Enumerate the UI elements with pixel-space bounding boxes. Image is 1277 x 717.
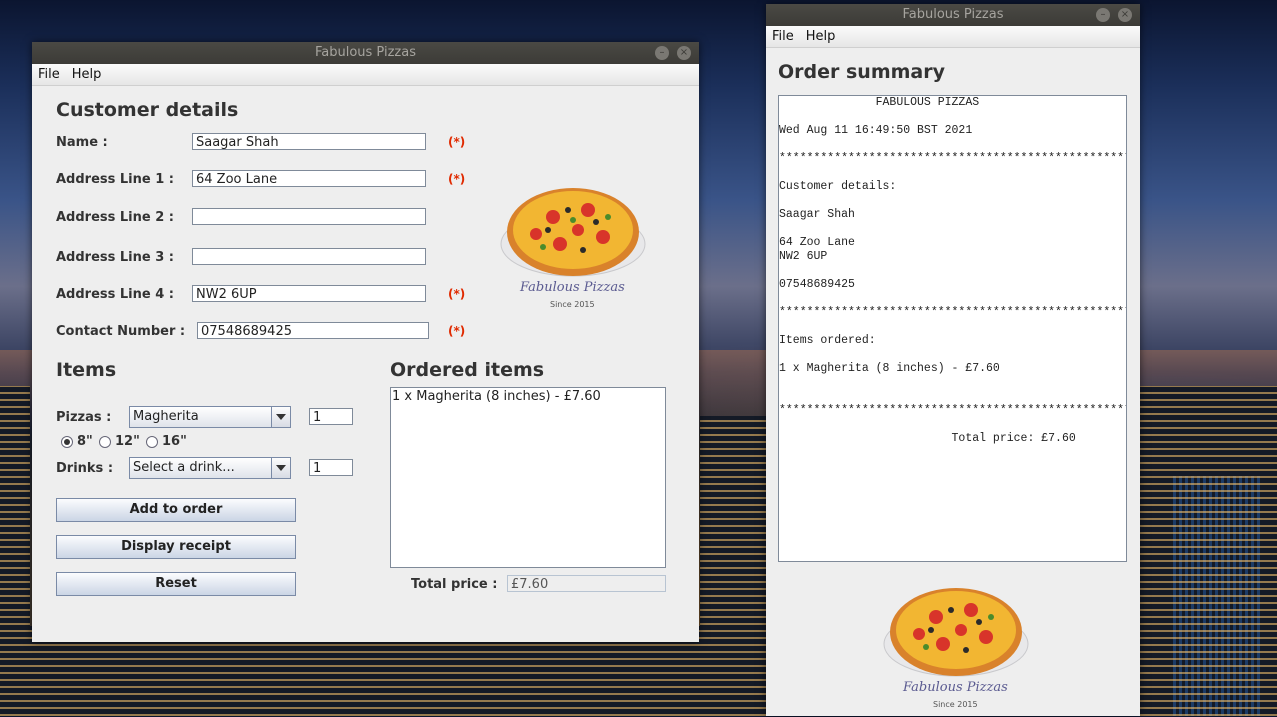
pizza-select[interactable]: Magherita [129,406,291,428]
summary-menubar: File Help [766,26,1140,48]
receipt-line [779,264,1126,278]
name-field[interactable]: Saagar Shah [192,133,426,150]
receipt-line: Saagar Shah [779,208,855,221]
receipt-line [779,320,1126,334]
pizza-logo: Fabulous Pizzas Since 2015 [498,182,648,317]
order-window: Fabulous Pizzas – × File Help Customer de… [32,42,699,642]
receipt-line [779,166,1126,180]
list-item[interactable]: 1 x Magherita (8 inches) - £7.60 [392,389,664,404]
receipt-line: ****************************************… [779,404,1127,417]
receipt-line [779,390,1126,404]
ordered-items-list[interactable]: 1 x Magherita (8 inches) - £7.60 [390,387,666,568]
address-line-1-field[interactable]: 64 Zoo Lane [192,170,426,187]
drink-select[interactable]: Select a drink... [129,457,291,479]
logo-brand-text: Fabulous Pizzas [520,280,625,295]
receipt-line: NW2 6UP [779,250,828,263]
desktop-building [700,416,766,716]
total-price-label: Total price : [411,577,498,592]
receipt-line [779,418,1126,432]
close-icon[interactable]: × [677,46,691,60]
name-label: Name : [56,135,108,150]
desktop-building [1170,476,1260,716]
menu-help[interactable]: Help [800,26,842,47]
size-12-label: 12" [115,434,140,449]
receipt-line: 07548689425 [779,278,855,291]
order-menubar: File Help [32,64,699,86]
address-line-4-label: Address Line 4 : [56,287,175,302]
pizza-select-value: Magherita [133,409,199,424]
ordered-items-heading: Ordered items [390,359,545,381]
size-8-radio[interactable] [61,436,73,448]
drink-quantity-field[interactable]: 1 [309,459,353,476]
receipt-line [779,376,1126,390]
receipt-line: FABULOUS PIZZAS [779,96,980,109]
chevron-down-icon[interactable] [271,407,290,427]
order-window-titlebar[interactable]: Fabulous Pizzas – × [32,42,699,64]
receipt-line: 64 Zoo Lane [779,236,855,249]
address-line-3-label: Address Line 3 : [56,250,175,265]
drinks-label: Drinks : [56,461,114,476]
size-12-radio[interactable] [99,436,111,448]
receipt-line: ****************************************… [779,152,1127,165]
chevron-down-icon[interactable] [271,458,290,478]
address-line-3-field[interactable] [192,248,426,265]
logo-since-text: Since 2015 [933,700,978,709]
address-line-1-label: Address Line 1 : [56,172,175,187]
summary-window-titlebar[interactable]: Fabulous Pizzas – × [766,4,1140,26]
reset-button[interactable]: Reset [56,572,296,596]
size-16-label: 16" [162,434,187,449]
size-16-radio[interactable] [146,436,158,448]
size-8-label: 8" [77,434,93,449]
receipt-line: 1 x Magherita (8 inches) - £7.60 [779,362,1000,375]
contact-number-label: Contact Number : [56,324,186,339]
display-receipt-button[interactable]: Display receipt [56,535,296,559]
customer-details-heading: Customer details [56,99,239,121]
total-price-field: £7.60 [507,575,666,592]
summary-window: Fabulous Pizzas – × File Help Order summa… [766,4,1140,716]
minimize-icon[interactable]: – [655,46,669,60]
receipt-line [779,292,1126,306]
address-line-1-required-marker: (*) [448,172,466,186]
name-required-marker: (*) [448,135,466,149]
drink-select-value: Select a drink... [133,460,235,475]
receipt-line [779,222,1126,236]
logo-since-text: Since 2015 [550,300,595,309]
receipt-line: Customer details: [779,180,897,193]
receipt-line: ****************************************… [779,306,1127,319]
address-line-2-field[interactable] [192,208,426,225]
logo-brand-text: Fabulous Pizzas [903,680,1008,695]
pizzas-label: Pizzas : [56,410,112,425]
receipt-line [779,194,1126,208]
summary-window-title: Fabulous Pizzas [902,7,1004,22]
receipt-text-area[interactable]: FABULOUS PIZZAS Wed Aug 11 16:49:50 BST … [778,95,1127,562]
contact-number-field[interactable]: 07548689425 [197,322,429,339]
receipt-line [779,110,1126,124]
receipt-line [779,348,1126,362]
contact-number-required-marker: (*) [448,324,466,338]
address-line-4-required-marker: (*) [448,287,466,301]
receipt-line: Total price: £7.60 [779,432,1076,445]
menu-file[interactable]: File [766,26,800,47]
address-line-2-label: Address Line 2 : [56,210,175,225]
order-summary-heading: Order summary [778,61,946,83]
receipt-line: Wed Aug 11 16:49:50 BST 2021 [779,124,973,137]
address-line-4-field[interactable]: NW2 6UP [192,285,426,302]
minimize-icon[interactable]: – [1096,8,1110,22]
receipt-line: Items ordered: [779,334,876,347]
pizza-quantity-field[interactable]: 1 [309,408,353,425]
order-window-title: Fabulous Pizzas [314,45,416,60]
pizza-logo: Fabulous Pizzas Since 2015 [881,582,1031,717]
menu-help[interactable]: Help [66,64,108,85]
receipt-line [779,138,1126,152]
menu-file[interactable]: File [32,64,66,85]
close-icon[interactable]: × [1118,8,1132,22]
add-to-order-button[interactable]: Add to order [56,498,296,522]
items-heading: Items [56,359,117,381]
